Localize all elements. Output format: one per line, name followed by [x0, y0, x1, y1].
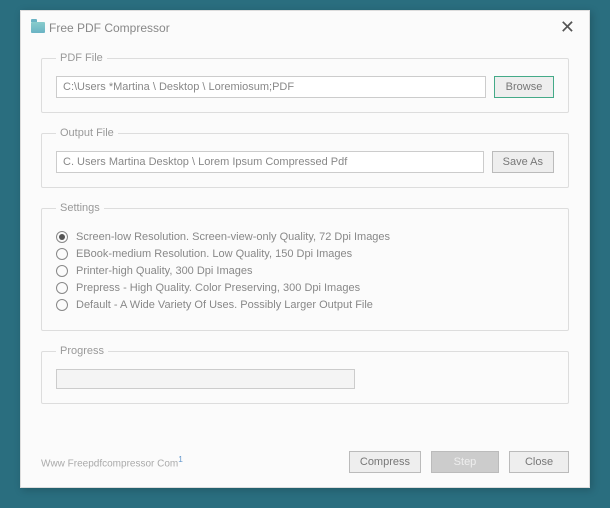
save-as-button[interactable]: Save As	[492, 151, 554, 173]
app-window: Free PDF Compressor ✕ PDF File Browse Ou…	[20, 10, 590, 488]
close-button[interactable]: Close	[509, 451, 569, 473]
compress-button[interactable]: Compress	[349, 451, 421, 473]
progress-bar	[56, 369, 355, 389]
settings-option-0[interactable]: Screen-low Resolution. Screen-view-only …	[56, 231, 554, 243]
browse-button[interactable]: Browse	[494, 76, 554, 98]
settings-option-4[interactable]: Default - A Wide Variety Of Uses. Possib…	[56, 299, 554, 311]
settings-option-2[interactable]: Printer-high Quality, 300 Dpi Images	[56, 265, 554, 277]
radio-icon[interactable]	[56, 248, 68, 260]
radio-icon[interactable]	[56, 231, 68, 243]
app-title: Free PDF Compressor	[49, 21, 170, 35]
settings-option-label: EBook-medium Resolution. Low Quality, 15…	[76, 248, 352, 260]
close-icon[interactable]: ✕	[556, 17, 579, 38]
settings-group: Settings Screen-low Resolution. Screen-v…	[41, 202, 569, 331]
output-file-group: Output File Save As	[41, 127, 569, 188]
pdf-file-legend: PDF File	[56, 52, 107, 64]
radio-icon[interactable]	[56, 282, 68, 294]
content: PDF File Browse Output File Save As Sett…	[21, 44, 589, 487]
step-button[interactable]: Step	[431, 451, 499, 473]
settings-legend: Settings	[56, 202, 104, 214]
settings-option-label: Default - A Wide Variety Of Uses. Possib…	[76, 299, 373, 311]
radio-icon[interactable]	[56, 299, 68, 311]
progress-group: Progress	[41, 345, 569, 404]
website-link[interactable]: Www Freepdfcompressor Com1	[41, 454, 183, 469]
settings-option-label: Prepress - High Quality. Color Preservin…	[76, 282, 360, 294]
progress-legend: Progress	[56, 345, 108, 357]
settings-option-label: Screen-low Resolution. Screen-view-only …	[76, 231, 390, 243]
settings-option-3[interactable]: Prepress - High Quality. Color Preservin…	[56, 282, 554, 294]
titlebar-left: Free PDF Compressor	[31, 21, 170, 35]
titlebar: Free PDF Compressor ✕	[21, 11, 589, 44]
output-file-input[interactable]	[56, 151, 484, 173]
pdf-file-group: PDF File Browse	[41, 52, 569, 113]
folder-icon	[31, 22, 45, 33]
footer: Www Freepdfcompressor Com1 Compress Step…	[41, 443, 569, 473]
output-file-legend: Output File	[56, 127, 118, 139]
pdf-file-input[interactable]	[56, 76, 486, 98]
settings-option-label: Printer-high Quality, 300 Dpi Images	[76, 265, 253, 277]
radio-icon[interactable]	[56, 265, 68, 277]
settings-option-1[interactable]: EBook-medium Resolution. Low Quality, 15…	[56, 248, 554, 260]
